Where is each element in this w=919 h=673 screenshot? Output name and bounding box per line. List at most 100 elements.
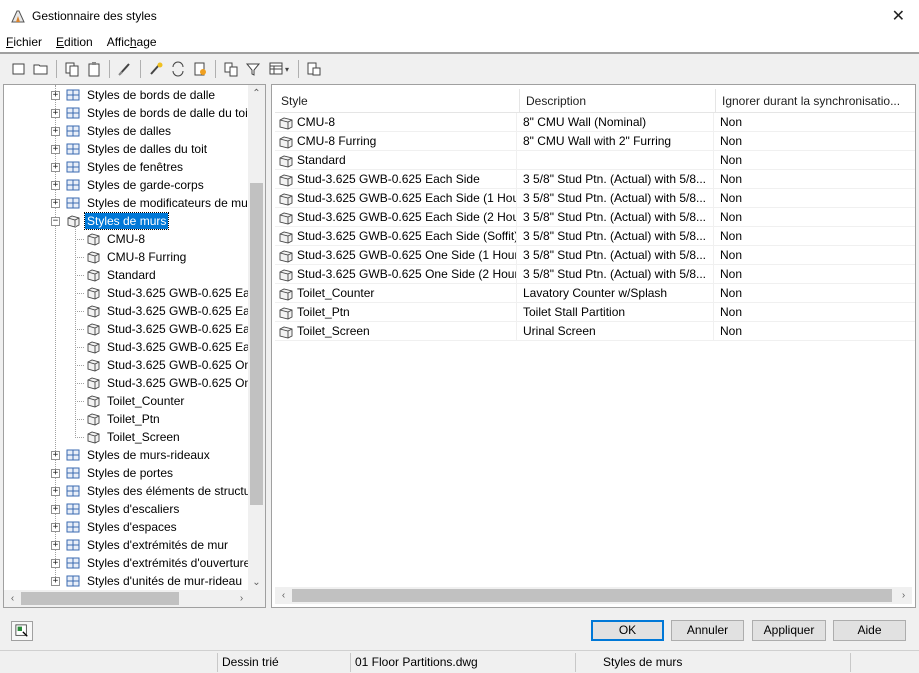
filter-icon[interactable] [242,58,264,80]
expand-icon[interactable]: + [51,90,60,100]
tree-category-item[interactable]: + Styles des éléments de structure [51,482,250,500]
collapse-icon[interactable]: − [51,216,60,226]
tree-category-item[interactable]: + Styles de dalles du toit [51,140,209,158]
menu-edition[interactable]: Edition [56,35,93,49]
tree-horizontal-scrollbar[interactable]: ‹ › [4,590,250,607]
table-row[interactable]: Stud-3.625 GWB-0.625 Each Side (2 Hour) 3… [275,208,915,227]
tree-style-item[interactable]: Stud-3.625 GWB-0.625 Each [74,320,250,338]
tree-category-item[interactable]: + Styles d'extrémités d'ouverture [51,554,250,572]
paste-icon[interactable] [83,58,105,80]
tree-style-item[interactable]: Stud-3.625 GWB-0.625 One [74,374,250,392]
table-row[interactable]: Toilet_Counter Lavatory Counter w/Splash N… [275,284,915,303]
help-button[interactable]: Aide [833,620,906,641]
table-row[interactable]: Toilet_Ptn Toilet Stall Partition Non [275,303,915,322]
expand-icon[interactable]: + [51,198,60,208]
tree-style-item[interactable]: Standard [74,266,158,284]
scroll-right-icon[interactable]: › [895,587,912,604]
new-style-icon[interactable] [8,58,30,80]
synchronize-icon[interactable] [167,58,189,80]
tree-category-item[interactable]: + Styles d'escaliers [51,500,181,518]
tree-hscroll-thumb[interactable] [21,592,179,605]
scroll-left-icon[interactable]: ‹ [4,590,21,607]
expand-icon[interactable]: + [51,576,60,586]
ok-button[interactable]: OK [591,620,664,641]
tree-category-item[interactable]: + Styles de bords de dalle [51,86,217,104]
copy-icon[interactable] [61,58,83,80]
table-row[interactable]: Toilet_Screen Urinal Screen Non [275,322,915,341]
scroll-left-icon[interactable]: ‹ [275,587,292,604]
tree-style-item[interactable]: Stud-3.625 GWB-0.625 Each [74,302,250,320]
tree-style-item[interactable]: Toilet_Ptn [74,410,162,428]
tree-item-label: Toilet_Ptn [107,412,160,426]
tree-category-item[interactable]: + Styles d'espaces [51,518,179,536]
column-header-description[interactable]: Description [520,89,716,113]
tree-style-item[interactable]: Stud-3.625 GWB-0.625 Each [74,284,250,302]
table-row[interactable]: Standard Non [275,151,915,170]
tree-category-item[interactable]: + Styles d'extrémités de mur [51,536,230,554]
menu-affichage[interactable]: Affichage [107,35,157,49]
view-options-icon[interactable]: ▾ [264,58,294,80]
expand-icon[interactable]: + [51,558,60,568]
tree-category-item[interactable]: + Styles d'unités de mur-rideau [51,572,244,590]
style-category-icon [64,159,82,175]
scroll-down-icon[interactable]: ⌄ [248,574,265,591]
cancel-button[interactable]: Annuler [671,620,744,641]
show-preview-icon[interactable] [11,621,33,641]
table-row[interactable]: Stud-3.625 GWB-0.625 One Side (2 Hour) 3 … [275,265,915,284]
expand-icon[interactable]: + [51,126,60,136]
column-header-ignore-sync[interactable]: Ignorer durant la synchronisatio... [716,89,915,113]
ignore-sync-cell: Non [720,172,743,186]
expand-icon[interactable]: + [51,540,60,550]
expand-icon[interactable]: + [51,144,60,154]
tree-category-item[interactable]: + Styles de fenêtres [51,158,185,176]
purge-icon[interactable] [114,58,136,80]
edit-style-icon[interactable] [145,58,167,80]
open-drawing-icon[interactable] [30,58,52,80]
update-standards-icon[interactable] [189,58,211,80]
tree-style-item[interactable]: Stud-3.625 GWB-0.625 Each [74,338,250,356]
tree-item-label: Styles de dalles [87,124,172,138]
expand-icon[interactable]: + [51,450,60,460]
help-icon[interactable] [303,58,325,80]
ignore-sync-cell: Non [720,115,743,129]
table-row[interactable]: CMU-8 Furring 8" CMU Wall with 2" Furring… [275,132,915,151]
tree-vscroll-thumb[interactable] [250,183,263,505]
apply-button[interactable]: Appliquer [752,620,826,641]
tree-style-item[interactable]: CMU-8 Furring [74,248,188,266]
close-icon[interactable]: ✕ [892,6,905,26]
tree-style-item[interactable]: Toilet_Counter [74,392,186,410]
list-hscroll-thumb[interactable] [292,589,892,602]
wall-style-icon [84,393,102,409]
expand-icon[interactable]: + [51,522,60,532]
expand-icon[interactable]: + [51,180,60,190]
table-row[interactable]: Stud-3.625 GWB-0.625 Each Side (Soffit) 3… [275,227,915,246]
scroll-up-icon[interactable]: ⌃ [248,85,265,102]
menu-fichier[interactable]: Fichier [6,35,42,49]
toggle-view-icon[interactable] [220,58,242,80]
expand-icon[interactable]: + [51,486,60,496]
tree-category-item[interactable]: + Styles de garde-corps [51,176,206,194]
column-header-style[interactable]: Style [275,89,520,113]
style-tree-panel[interactable]: + Styles de bords de dalle + Styles de bord… [3,84,266,608]
expand-icon[interactable]: + [51,504,60,514]
style-cell: Standard [275,151,517,170]
tree-category-item[interactable]: + Styles de murs-rideaux [51,446,212,464]
tree-category-item[interactable]: + Styles de dalles [51,122,173,140]
list-horizontal-scrollbar[interactable]: ‹ › [275,587,912,604]
table-row[interactable]: Stud-3.625 GWB-0.625 Each Side (1 Hour) 3… [275,189,915,208]
table-row[interactable]: CMU-8 8" CMU Wall (Nominal) Non [275,113,915,132]
expand-icon[interactable]: + [51,108,60,118]
tree-category-item[interactable]: − Styles de murs [51,212,170,230]
expand-icon[interactable]: + [51,162,60,172]
tree-item-label: Styles de modificateurs de mur [87,196,250,210]
tree-category-item[interactable]: + Styles de modificateurs de mur [51,194,250,212]
tree-style-item[interactable]: Stud-3.625 GWB-0.625 One [74,356,250,374]
tree-style-item[interactable]: Toilet_Screen [74,428,182,446]
table-row[interactable]: Stud-3.625 GWB-0.625 Each Side 3 5/8" Stu… [275,170,915,189]
tree-vertical-scrollbar[interactable]: ⌃ ⌄ [248,85,265,591]
tree-style-item[interactable]: CMU-8 [74,230,147,248]
tree-category-item[interactable]: + Styles de bords de dalle du toit [51,104,250,122]
tree-category-item[interactable]: + Styles de portes [51,464,175,482]
expand-icon[interactable]: + [51,468,60,478]
table-row[interactable]: Stud-3.625 GWB-0.625 One Side (1 Hour) 3 … [275,246,915,265]
